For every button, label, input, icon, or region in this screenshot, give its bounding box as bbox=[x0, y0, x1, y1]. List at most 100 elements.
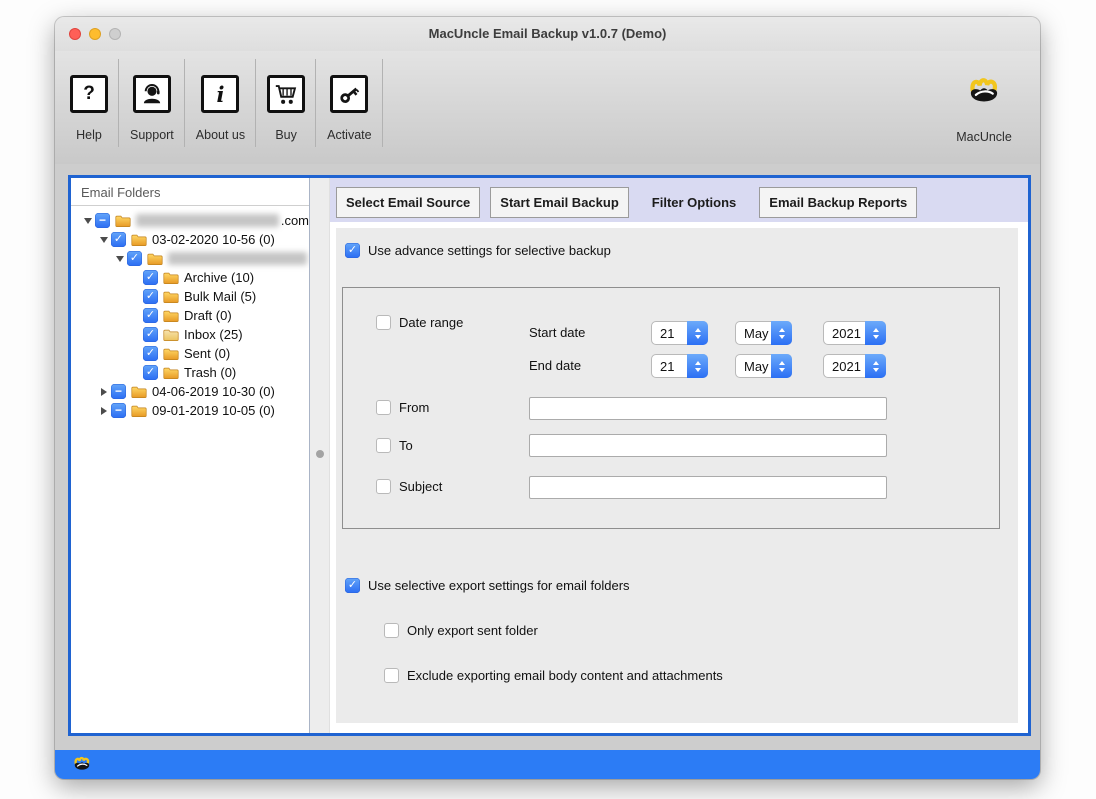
only-export-sent-row: Only export sent folder bbox=[384, 623, 538, 638]
window-title: MacUncle Email Backup v1.0.7 (Demo) bbox=[55, 17, 1040, 51]
tree-item-label: .com bbox=[281, 213, 309, 228]
minimize-window-button[interactable] bbox=[89, 28, 101, 40]
tree-item-backup-1[interactable]: 03-02-2020 10-56 (0) bbox=[71, 230, 309, 249]
stepper-arrows-icon[interactable] bbox=[687, 354, 708, 378]
folder-checkbox[interactable] bbox=[143, 346, 158, 361]
end-day-value: 21 bbox=[652, 359, 687, 374]
folder-icon bbox=[131, 233, 147, 246]
start-month-stepper[interactable]: May bbox=[735, 321, 792, 345]
stepper-arrows-icon[interactable] bbox=[687, 321, 708, 345]
buy-label: Buy bbox=[275, 128, 297, 142]
traffic-lights bbox=[69, 28, 121, 40]
from-row: From bbox=[376, 400, 429, 415]
folder-icon bbox=[163, 366, 179, 379]
activate-label: Activate bbox=[327, 128, 371, 142]
tree-item-label: Archive (10) bbox=[184, 270, 254, 285]
tree-item-backup-2[interactable]: 04-06-2019 10-30 (0) bbox=[71, 382, 309, 401]
email-folders-sidebar: Email Folders .com 03-02-2020 10-56 (0) bbox=[71, 178, 310, 733]
tab-email-backup-reports[interactable]: Email Backup Reports bbox=[759, 187, 917, 218]
buy-button[interactable]: Buy bbox=[256, 51, 316, 164]
stepper-arrows-icon[interactable] bbox=[771, 321, 792, 345]
subject-input[interactable] bbox=[529, 476, 887, 499]
to-input[interactable] bbox=[529, 434, 887, 457]
macuncle-logo-icon bbox=[71, 754, 93, 776]
stepper-arrows-icon[interactable] bbox=[865, 354, 886, 378]
folder-checkbox[interactable] bbox=[111, 384, 126, 399]
disclosure-down-icon[interactable] bbox=[81, 218, 95, 224]
from-checkbox[interactable] bbox=[376, 400, 391, 415]
splitter-handle[interactable] bbox=[316, 450, 324, 458]
folder-checkbox[interactable] bbox=[143, 289, 158, 304]
stepper-arrows-icon[interactable] bbox=[771, 354, 792, 378]
folder-checkbox[interactable] bbox=[143, 327, 158, 342]
tree-item-archive[interactable]: Archive (10) bbox=[71, 268, 309, 287]
brand-label: MacUncle bbox=[956, 130, 1012, 144]
tree-item-inbox[interactable]: Inbox (25) bbox=[71, 325, 309, 344]
activate-button[interactable]: Activate bbox=[316, 51, 382, 164]
stepper-arrows-icon[interactable] bbox=[865, 321, 886, 345]
end-day-stepper[interactable]: 21 bbox=[651, 354, 708, 378]
tree-item-sent[interactable]: Sent (0) bbox=[71, 344, 309, 363]
support-button[interactable]: Support bbox=[119, 51, 185, 164]
close-window-button[interactable] bbox=[69, 28, 81, 40]
folder-checkbox[interactable] bbox=[143, 270, 158, 285]
date-range-checkbox[interactable] bbox=[376, 315, 391, 330]
folder-icon bbox=[163, 290, 179, 303]
only-export-sent-checkbox[interactable] bbox=[384, 623, 399, 638]
redacted-text bbox=[136, 214, 279, 227]
advance-settings-label: Use advance settings for selective backu… bbox=[368, 243, 611, 258]
folder-icon bbox=[163, 309, 179, 322]
subject-row: Subject bbox=[376, 479, 442, 494]
splitter[interactable] bbox=[310, 178, 330, 733]
tree-item-label: 09-01-2019 10-05 (0) bbox=[152, 403, 275, 418]
tree-item-backup-3[interactable]: 09-01-2019 10-05 (0) bbox=[71, 401, 309, 420]
tab-filter-options[interactable]: Filter Options bbox=[639, 187, 750, 218]
end-date-label: End date bbox=[529, 358, 581, 373]
question-icon: ? bbox=[70, 75, 108, 113]
folder-checkbox[interactable] bbox=[95, 213, 110, 228]
tree-item-label: Inbox (25) bbox=[184, 327, 243, 342]
from-input[interactable] bbox=[529, 397, 887, 420]
exclude-body-checkbox[interactable] bbox=[384, 668, 399, 683]
disclosure-down-icon[interactable] bbox=[97, 237, 111, 243]
advance-settings-checkbox[interactable] bbox=[345, 243, 360, 258]
folder-checkbox[interactable] bbox=[143, 308, 158, 323]
tab-bar: Select Email Source Start Email Backup F… bbox=[330, 178, 1028, 222]
subject-checkbox[interactable] bbox=[376, 479, 391, 494]
start-day-value: 21 bbox=[652, 326, 687, 341]
folder-icon bbox=[115, 214, 131, 227]
folder-icon bbox=[163, 271, 179, 284]
tree-item-label: Sent (0) bbox=[184, 346, 230, 361]
disclosure-right-icon[interactable] bbox=[97, 388, 111, 396]
tree-item-bulk-mail[interactable]: Bulk Mail (5) bbox=[71, 287, 309, 306]
start-year-stepper[interactable]: 2021 bbox=[823, 321, 886, 345]
disclosure-right-icon[interactable] bbox=[97, 407, 111, 415]
start-year-value: 2021 bbox=[824, 326, 865, 341]
backup-panel: Select Email Source Start Email Backup F… bbox=[330, 178, 1028, 733]
folder-checkbox[interactable] bbox=[111, 232, 126, 247]
tree-item-draft[interactable]: Draft (0) bbox=[71, 306, 309, 325]
app-window: MacUncle Email Backup v1.0.7 (Demo) ? He… bbox=[55, 17, 1040, 779]
folder-checkbox[interactable] bbox=[111, 403, 126, 418]
start-day-stepper[interactable]: 21 bbox=[651, 321, 708, 345]
start-month-value: May bbox=[736, 326, 771, 341]
selective-export-row: Use selective export settings for email … bbox=[345, 578, 630, 593]
tab-start-email-backup[interactable]: Start Email Backup bbox=[490, 187, 629, 218]
only-export-sent-label: Only export sent folder bbox=[407, 623, 538, 638]
disclosure-down-icon[interactable] bbox=[113, 256, 127, 262]
about-us-button[interactable]: i About us bbox=[185, 51, 256, 164]
tree-item-mailbox[interactable] bbox=[71, 249, 309, 268]
folder-checkbox[interactable] bbox=[143, 365, 158, 380]
main-area: Email Folders .com 03-02-2020 10-56 (0) bbox=[68, 175, 1031, 736]
tab-select-email-source[interactable]: Select Email Source bbox=[336, 187, 480, 218]
support-label: Support bbox=[130, 128, 174, 142]
tree-item-trash[interactable]: Trash (0) bbox=[71, 363, 309, 382]
zoom-window-button[interactable] bbox=[109, 28, 121, 40]
selective-export-checkbox[interactable] bbox=[345, 578, 360, 593]
to-checkbox[interactable] bbox=[376, 438, 391, 453]
tree-item-account[interactable]: .com bbox=[71, 211, 309, 230]
help-button[interactable]: ? Help bbox=[59, 51, 119, 164]
end-year-stepper[interactable]: 2021 bbox=[823, 354, 886, 378]
folder-checkbox[interactable] bbox=[127, 251, 142, 266]
end-month-stepper[interactable]: May bbox=[735, 354, 792, 378]
